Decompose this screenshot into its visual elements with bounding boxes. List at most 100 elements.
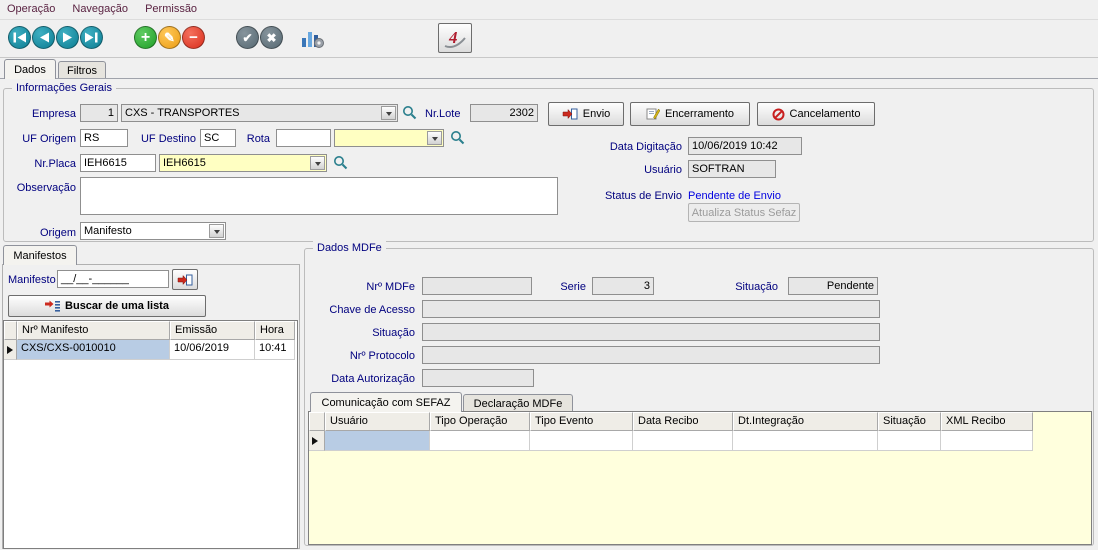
manifesto-mask-input[interactable]: __/__-______	[57, 270, 169, 288]
rota-search-button[interactable]	[450, 130, 466, 146]
cell-dt-integracao[interactable]	[733, 431, 878, 451]
observacao-textarea[interactable]	[80, 177, 558, 215]
rota-code-field[interactable]	[276, 129, 331, 147]
tab-page-border	[0, 78, 1098, 79]
menu-permissao[interactable]: Permissão	[138, 0, 204, 17]
tab-comunicacao-sefaz[interactable]: Comunicação com SEFAZ	[310, 392, 462, 412]
tab-manifestos[interactable]: Manifestos	[3, 245, 77, 265]
nrplaca-field[interactable]: IEH6615	[80, 154, 156, 172]
uf-destino-label: UF Destino	[132, 132, 196, 146]
nr-protocolo-label: Nrº Protocolo	[310, 349, 415, 363]
rota-combo[interactable]	[334, 129, 444, 147]
empresa-label: Empresa	[8, 107, 76, 121]
cell-tipo-operacao[interactable]	[430, 431, 530, 451]
chevron-down-icon	[432, 137, 438, 144]
nav-first-button[interactable]	[8, 26, 31, 49]
column-header-nr-manifesto[interactable]: Nrº Manifesto	[17, 321, 170, 340]
x-icon: ✖	[266, 32, 276, 44]
empresa-combo: CXS - TRANSPORTES	[121, 104, 398, 122]
column-header-xml-recibo[interactable]: XML Recibo	[941, 412, 1033, 431]
cell-hora[interactable]: 10:41	[255, 340, 295, 360]
dados-mdfe-title: Dados MDFe	[313, 241, 386, 255]
column-header-tipo-evento[interactable]: Tipo Evento	[530, 412, 633, 431]
nav-last-button[interactable]	[80, 26, 103, 49]
serie-field: 3	[592, 277, 654, 295]
envio-button[interactable]: Envio	[548, 102, 624, 126]
buscar-lista-button[interactable]: Buscar de uma lista	[8, 295, 206, 317]
status-envio-value: Pendente de Envio	[688, 189, 781, 203]
usuario-label: Usuário	[620, 163, 682, 177]
edit-record-button[interactable]: ✎	[158, 26, 181, 49]
column-header-situacao[interactable]: Situação	[878, 412, 941, 431]
encerramento-button[interactable]: Encerramento	[630, 102, 750, 126]
uf-origem-label: UF Origem	[8, 132, 76, 146]
empresa-search-button[interactable]	[402, 105, 418, 121]
column-header-tipo-operacao[interactable]: Tipo Operação	[430, 412, 530, 431]
observacao-label: Observação	[8, 181, 76, 195]
origem-label: Origem	[8, 226, 76, 240]
data-digitacao-field: 10/06/2019 10:42	[688, 137, 802, 155]
buscar-lista-label: Buscar de uma lista	[65, 300, 169, 312]
tab-dados[interactable]: Dados	[4, 59, 56, 79]
status-envio-label: Status de Envio	[560, 189, 682, 203]
cell-data-recibo[interactable]	[633, 431, 733, 451]
rota-label: Rota	[240, 132, 270, 146]
column-header-hora[interactable]: Hora	[255, 321, 295, 340]
nrplaca-combo-dropdown[interactable]	[310, 156, 325, 170]
cell-emissao[interactable]: 10/06/2019	[170, 340, 255, 360]
uf-destino-field[interactable]: SC	[200, 129, 236, 147]
cell-usuario[interactable]	[325, 431, 430, 451]
search-icon	[333, 155, 348, 170]
envio-button-label: Envio	[583, 108, 611, 120]
empresa-combo-dropdown[interactable]	[381, 106, 396, 120]
cell-tipo-evento[interactable]	[530, 431, 633, 451]
nrplaca-search-button[interactable]	[333, 155, 349, 171]
table-row[interactable]: CXS/CXS-0010010 10/06/2019 10:41	[4, 340, 297, 360]
add-record-button[interactable]: +	[134, 26, 157, 49]
data-digitacao-label: Data Digitação	[560, 140, 682, 154]
atualiza-status-sefaz-button: Atualiza Status Sefaz	[688, 203, 800, 222]
chevron-down-icon	[386, 112, 392, 119]
rota-combo-dropdown[interactable]	[427, 131, 442, 145]
tab-comunicacao-sefaz-label: Comunicação com SEFAZ	[322, 397, 451, 409]
uf-origem-field[interactable]: RS	[80, 129, 128, 147]
manifesto-add-button[interactable]	[172, 269, 198, 290]
column-header-data-recibo[interactable]: Data Recibo	[633, 412, 733, 431]
app-logo-button[interactable]: 4	[438, 23, 472, 53]
situacao2-field	[422, 323, 880, 341]
origem-combo-dropdown[interactable]	[209, 224, 224, 238]
first-record-icon	[13, 32, 26, 43]
tab-declaracao-mdfe[interactable]: Declaração MDFe	[463, 394, 573, 412]
send-arrow-icon	[177, 274, 193, 286]
delete-record-button[interactable]: −	[182, 26, 205, 49]
bar-chart-gear-icon	[300, 26, 326, 50]
nrplaca-combo-value: IEH6615	[163, 157, 206, 169]
origem-combo[interactable]: Manifesto	[80, 222, 226, 240]
chevron-down-icon	[214, 230, 220, 237]
row-selector-cell	[4, 340, 17, 360]
nav-prev-button[interactable]	[32, 26, 55, 49]
situacao-field: Pendente	[788, 277, 878, 295]
tab-manifestos-label: Manifestos	[13, 250, 66, 262]
column-header-usuario[interactable]: Usuário	[325, 412, 430, 431]
cell-nr-manifesto[interactable]: CXS/CXS-0010010	[17, 340, 170, 360]
cancelamento-button[interactable]: Cancelamento	[757, 102, 875, 126]
tab-filtros[interactable]: Filtros	[58, 61, 106, 79]
chave-acesso-field	[422, 300, 880, 318]
check-icon: ✔	[242, 32, 252, 44]
cell-situacao[interactable]	[878, 431, 941, 451]
column-header-emissao[interactable]: Emissão	[170, 321, 255, 340]
cell-xml-recibo[interactable]	[941, 431, 1033, 451]
menu-operacao[interactable]: Operação	[0, 0, 62, 17]
nav-next-button[interactable]	[56, 26, 79, 49]
row-marker-icon	[312, 437, 322, 445]
cancel-button[interactable]: ✖	[260, 26, 283, 49]
softran-logo-icon: 4	[442, 25, 468, 51]
column-header-dt-integracao[interactable]: Dt.Integração	[733, 412, 878, 431]
close-document-icon	[646, 108, 660, 120]
report-chart-button[interactable]	[300, 26, 326, 50]
table-row[interactable]	[309, 431, 1091, 451]
menu-navegacao[interactable]: Navegação	[65, 0, 135, 17]
confirm-button[interactable]: ✔	[236, 26, 259, 49]
nrplaca-combo[interactable]: IEH6615	[159, 154, 327, 172]
